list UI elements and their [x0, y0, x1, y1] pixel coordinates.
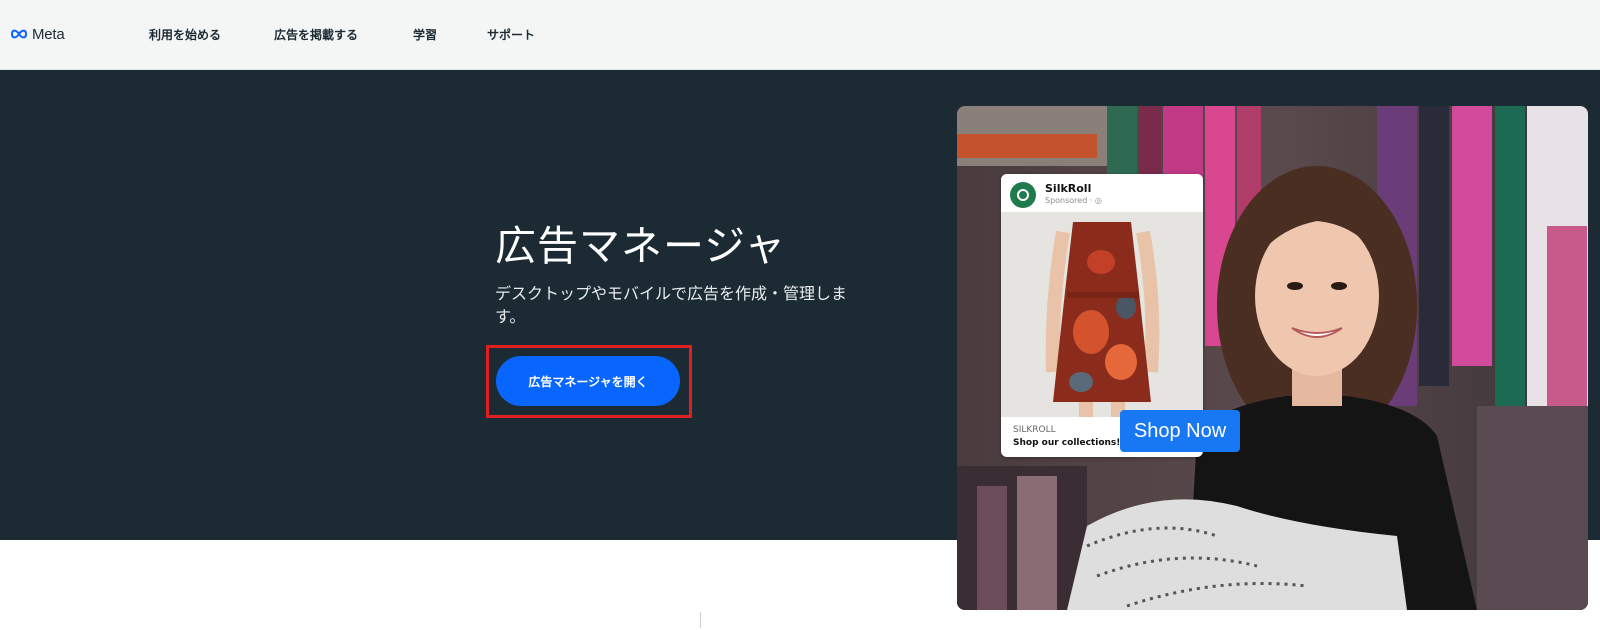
nav-item-support[interactable]: サポート: [487, 26, 535, 43]
logo-text: Meta: [32, 25, 65, 43]
ad-footer-tagline: Shop our collections!: [1013, 438, 1121, 448]
dress-image: [1001, 212, 1203, 417]
open-ads-manager-button[interactable]: 広告マネージャを開く: [496, 356, 680, 406]
ad-footer-brand: SILKROLL: [1013, 425, 1056, 435]
dress-illustration: [1001, 212, 1203, 417]
ad-brand-name: SilkRoll: [1045, 182, 1092, 195]
meta-logo[interactable]: Meta: [9, 24, 65, 44]
ad-header: SilkRoll Sponsored · ◎: [1001, 174, 1203, 212]
brand-avatar: [1010, 182, 1036, 208]
scroll-divider: [700, 612, 701, 628]
hero-description: デスクトップやモバイルで広告を作成・管理します。: [495, 284, 848, 326]
nav-item-learn[interactable]: 学習: [413, 26, 437, 43]
nav-item-get-started[interactable]: 利用を始める: [149, 26, 221, 43]
nav-item-advertise[interactable]: 広告を掲載する: [274, 26, 358, 43]
top-navigation: Meta 利用を始める 広告を掲載する 学習 サポート: [0, 0, 1600, 70]
ad-sponsored-label: Sponsored · ◎: [1045, 196, 1102, 205]
meta-infinity-icon: [10, 29, 28, 39]
shop-now-button[interactable]: Shop Now: [1120, 410, 1240, 452]
hero-photo: SilkRoll Sponsored · ◎ SILKROLL Shop our…: [957, 106, 1588, 610]
page-title: 広告マネージャ: [495, 222, 787, 270]
